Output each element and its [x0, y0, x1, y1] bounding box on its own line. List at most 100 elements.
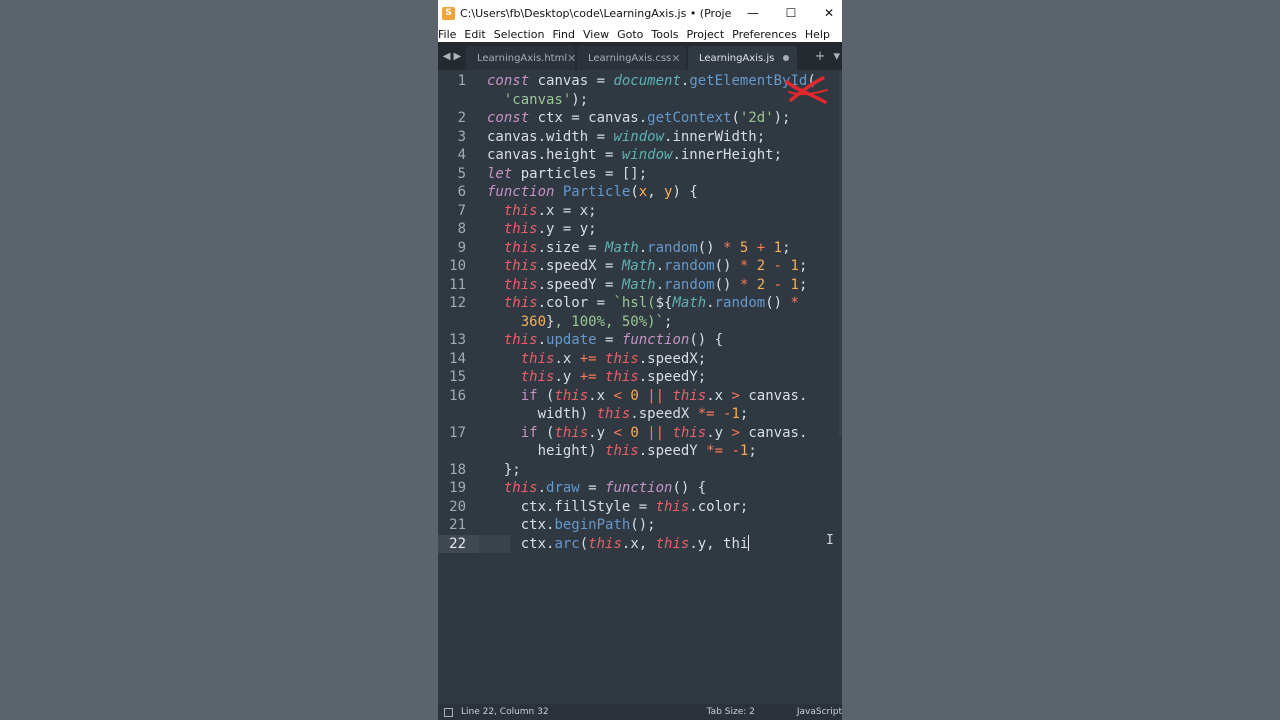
code-token: -	[731, 443, 740, 459]
code-line[interactable]: 22 ctx.arc(this.x, this.y, thi	[438, 534, 842, 553]
code-line[interactable]: 4 canvas.height = window.innerHeight;	[438, 146, 842, 165]
line-number: 7	[457, 202, 466, 219]
line-number: 6	[457, 184, 466, 200]
title-bar: S C:\Users\fb\Desktop\code\LearningAxis.…	[438, 0, 842, 26]
modified-dot-icon[interactable]	[783, 55, 789, 61]
menu-bar: File Edit Selection Find View Goto Tools Projec…	[438, 26, 842, 42]
menu-project[interactable]: Project	[685, 28, 731, 41]
code-line[interactable]: 7 this.x = x;	[438, 202, 842, 221]
code-token: this	[503, 202, 538, 219]
line-number	[438, 91, 479, 110]
code-line[interactable]: height) this.speedY *= -1;	[438, 442, 842, 461]
code-token: ;	[798, 276, 808, 293]
tab-label: LearningAxis.css	[588, 52, 672, 64]
tab-dropdown-icon[interactable]: ▾	[833, 49, 840, 64]
code-token: ();	[630, 517, 656, 533]
menu-goto[interactable]: Goto	[615, 28, 649, 41]
code-line[interactable]: 21 ctx.beginPath();	[438, 516, 842, 535]
code-line[interactable]: 15 this.y += this.speedY;	[438, 368, 842, 387]
code-token: this	[655, 535, 690, 552]
code-token: +	[756, 239, 766, 256]
code-line[interactable]: 18 };	[438, 461, 842, 480]
code-line[interactable]: 14 this.x += this.speedX;	[438, 350, 842, 369]
minimize-button[interactable]: —	[734, 0, 772, 26]
code-line[interactable]: 1 const canvas = document.getElementById(	[438, 72, 842, 91]
code-text: this.color = `hsl(${Math.random() *	[487, 294, 799, 313]
code-token: <	[613, 387, 622, 404]
status-bar: Line 22, Column 32 Tab Size: 2 JavaScrip…	[438, 704, 842, 720]
code-line[interactable]: 17 if (this.y < 0 || this.y > canvas.	[438, 424, 842, 443]
code-token: if	[520, 387, 538, 404]
menu-edit[interactable]: Edit	[462, 28, 491, 41]
line-number: 21	[449, 517, 466, 533]
menu-tools[interactable]: Tools	[649, 28, 684, 41]
code-token: ;	[739, 406, 749, 422]
code-token: .y, thi	[689, 535, 749, 552]
code-editor[interactable]: 1 const canvas = document.getElementById(…	[438, 70, 842, 704]
code-line[interactable]: 6 function Particle(x, y) {	[438, 183, 842, 202]
code-token: this	[596, 406, 631, 422]
code-line[interactable]: 8 this.y = y;	[438, 220, 842, 239]
red-annotation-scribble	[785, 76, 828, 104]
code-line[interactable]: 16 if (this.x < 0 || this.x > canvas.	[438, 387, 842, 406]
code-text: let particles = [];	[487, 165, 647, 184]
tab-learningaxis-html[interactable]: LearningAxis.html ✕	[466, 46, 576, 70]
code-line[interactable]: width) this.speedX *= -1;	[438, 405, 842, 424]
menu-file[interactable]: File	[438, 28, 462, 41]
code-line[interactable]: 'canvas');	[438, 91, 842, 110]
code-line[interactable]: 2 const ctx = canvas.getContext('2d');	[438, 109, 842, 128]
code-line[interactable]: 11 this.speedY = Math.random() * 2 - 1;	[438, 276, 842, 295]
code-line[interactable]: 12 this.color = `hsl(${Math.random() *	[438, 294, 842, 313]
code-token: (	[537, 387, 555, 404]
code-token: this	[554, 424, 589, 441]
code-line[interactable]: 5 let particles = [];	[438, 165, 842, 184]
code-token: beginPath	[554, 517, 631, 533]
syntax-selector[interactable]: JavaScript	[797, 707, 842, 717]
code-token: .y	[554, 369, 580, 385]
menu-view[interactable]: View	[581, 28, 615, 41]
code-token: =	[579, 480, 606, 496]
code-line[interactable]: 3 canvas.width = window.innerWidth;	[438, 128, 842, 147]
minimap-scroll-indicator[interactable]	[839, 70, 842, 436]
add-tab-icon[interactable]: +	[815, 49, 826, 64]
tab-nav-arrows[interactable]: ◀ ▶	[438, 42, 466, 70]
line-number: 8	[457, 221, 466, 237]
code-token: *	[790, 295, 799, 311]
close-icon[interactable]: ✕	[567, 52, 576, 65]
text-cursor-icon: I	[826, 533, 834, 548]
menu-find[interactable]: Find	[550, 28, 581, 41]
menu-help[interactable]: Help	[803, 28, 836, 41]
code-token: this	[672, 424, 707, 441]
code-token: .size =	[537, 239, 606, 256]
code-token: ()	[765, 295, 791, 311]
panel-toggle-icon[interactable]	[444, 707, 453, 717]
menu-preferences[interactable]: Preferences	[730, 28, 803, 41]
code-line[interactable]: 20 ctx.fillStyle = this.color;	[438, 498, 842, 517]
code-token: Math	[621, 258, 656, 274]
code-line[interactable]: 13 this.update = function() {	[438, 331, 842, 350]
line-number: 2	[457, 110, 466, 126]
maximize-button[interactable]: ☐	[772, 0, 810, 26]
code-token: .y = y;	[537, 221, 597, 237]
tab-learningaxis-css[interactable]: LearningAxis.css ✕	[577, 46, 686, 70]
tab-size-selector[interactable]: Tab Size: 2	[707, 707, 755, 717]
menu-selection[interactable]: Selection	[492, 28, 551, 41]
chevron-right-icon[interactable]: ▶	[454, 51, 462, 62]
line-number: 5	[457, 165, 466, 182]
code-line[interactable]: 360}, 100%, 50%)`;	[438, 313, 842, 332]
close-window-button[interactable]: ✕	[810, 0, 842, 26]
close-icon[interactable]: ✕	[671, 52, 680, 65]
tab-learningaxis-js[interactable]: LearningAxis.js	[688, 46, 797, 70]
line-number: 20	[449, 498, 466, 515]
chevron-left-icon[interactable]: ◀	[443, 51, 451, 62]
code-line[interactable]: 9 this.size = Math.random() * 5 + 1;	[438, 239, 842, 258]
code-token: this	[605, 443, 639, 459]
code-line[interactable]: 10 this.speedX = Math.random() * 2 - 1;	[438, 257, 842, 276]
code-token: -	[773, 276, 783, 293]
code-token: ||	[647, 387, 665, 404]
code-line[interactable]: 19 this.draw = function() {	[438, 479, 842, 498]
code-text: this.speedY = Math.random() * 2 - 1;	[487, 276, 808, 295]
